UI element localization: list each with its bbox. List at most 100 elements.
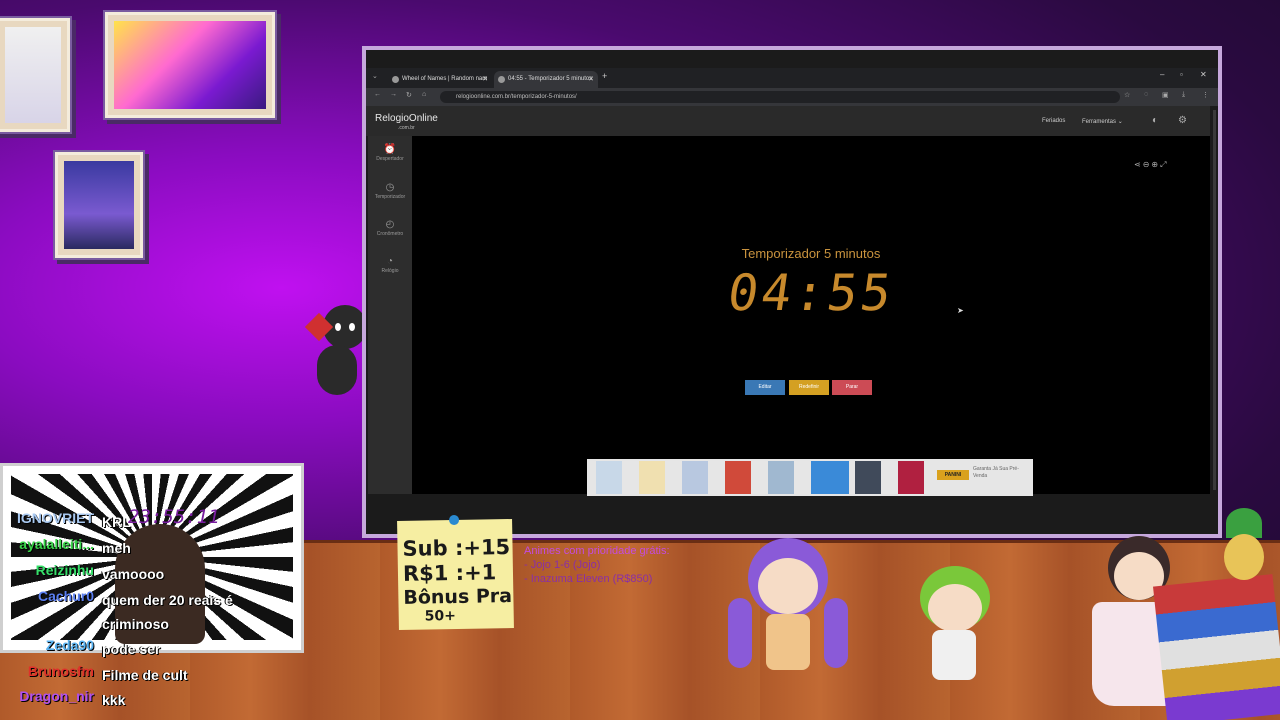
tab-label: Wheel of Names | Random nam bbox=[402, 76, 488, 82]
tab-wheel-of-names[interactable]: Wheel of Names | Random nam ✕ bbox=[388, 71, 492, 88]
menu-dots-icon[interactable]: ⋮ bbox=[1202, 91, 1209, 99]
chat-username: Zeda90 bbox=[45, 637, 94, 653]
url-field[interactable]: relogioonline.com.br/temporizador-5-minu… bbox=[440, 91, 1120, 103]
site-logo[interactable]: RelogioOnline bbox=[375, 113, 438, 124]
chat-username: Brunosfm bbox=[27, 663, 94, 679]
sidebar-item-label: Despertador bbox=[376, 156, 404, 162]
settings-gear-icon[interactable]: ⚙ bbox=[1178, 115, 1187, 126]
chat-text: pode ser bbox=[102, 641, 161, 657]
chat-text: quem der 20 reais é criminoso bbox=[102, 592, 233, 632]
alarm-clock-icon: ⏰ bbox=[383, 144, 397, 155]
chat-text: KRL bbox=[102, 514, 131, 530]
ad-banner[interactable]: PANINI Garanta Já Sua Pré-Venda bbox=[587, 459, 1033, 496]
clock-icon: ◔ bbox=[386, 256, 394, 267]
reload-icon[interactable]: ↻ bbox=[406, 91, 412, 99]
chat-text: meh bbox=[102, 540, 131, 556]
close-tab-icon[interactable]: ✕ bbox=[588, 71, 594, 88]
chevron-down-icon: ⌄ bbox=[1117, 119, 1123, 125]
pushpin-icon bbox=[448, 514, 460, 526]
priority-item: - Jojo 1-6 (Jojo) bbox=[524, 559, 601, 571]
timer-display: 04:55 bbox=[724, 264, 898, 322]
sidebar-item-relogio[interactable]: ◔ Relógio bbox=[368, 256, 412, 274]
ad-product-thumb[interactable] bbox=[725, 461, 751, 494]
chat-username: ayalalleiti... bbox=[19, 536, 94, 552]
site-logo-sub: .com.br bbox=[398, 125, 415, 131]
sidebar-item-despertador[interactable]: ⏰ Despertador bbox=[368, 144, 412, 162]
purple-hair-character bbox=[728, 538, 848, 678]
note-line: Sub :+15 bbox=[402, 535, 511, 561]
priority-item: - Inazuma Eleven (R$850) bbox=[524, 573, 653, 585]
chat-text: vamoooo bbox=[102, 566, 165, 582]
timer-icon: ◷ bbox=[385, 182, 395, 193]
close-tab-icon[interactable]: ✕ bbox=[482, 71, 488, 88]
ad-product-thumb[interactable] bbox=[768, 461, 794, 494]
edit-button[interactable]: Editar bbox=[745, 380, 785, 395]
sprout-plushie bbox=[1222, 508, 1268, 588]
sidebar-item-label: Temporizador bbox=[374, 194, 406, 200]
ad-product-thumb[interactable] bbox=[811, 461, 849, 494]
favicon-icon bbox=[392, 76, 399, 83]
stopwatch-icon: ◴ bbox=[385, 219, 395, 230]
chat-username: Dragon_nir bbox=[19, 688, 94, 704]
note-line: R$1 :+1 bbox=[402, 560, 497, 586]
ad-product-thumb[interactable] bbox=[639, 461, 665, 494]
picture-frame-1 bbox=[0, 18, 70, 132]
nav-feriados[interactable]: Feriados bbox=[1042, 118, 1065, 124]
chat-username: Reizinhu bbox=[35, 562, 94, 578]
chat-message: ayalalleiti... meh bbox=[0, 536, 300, 561]
chat-message: Zeda90 pode ser bbox=[0, 637, 300, 662]
site-header: RelogioOnline .com.br Feriados Ferrament… bbox=[366, 106, 1210, 136]
green-hair-character bbox=[912, 566, 996, 700]
browser-window: ⌄ Wheel of Names | Random nam ✕ 04:55 - … bbox=[362, 46, 1222, 538]
nav-ferramentas-label: Ferramentas bbox=[1082, 119, 1117, 125]
ad-text: Garanta Já Sua Pré-Venda bbox=[973, 466, 1019, 479]
site-sidebar: ⏰ Despertador ◷ Temporizador ◴ Cronômetr… bbox=[368, 136, 412, 494]
puzzle-icon[interactable]: ▣ bbox=[1162, 91, 1169, 99]
books-stack bbox=[1153, 574, 1280, 720]
extensions-icon[interactable]: ◌ bbox=[1144, 91, 1148, 98]
share-zoom-fullscreen-icons[interactable]: ⋖⊖⊕⤢ bbox=[1134, 160, 1169, 170]
chat-message: IGNOVRIET KRL bbox=[0, 510, 300, 535]
download-icon[interactable]: ⤓ bbox=[1182, 91, 1185, 99]
chat-username: IGNOVRIET bbox=[16, 510, 94, 526]
ad-product-thumb[interactable] bbox=[682, 461, 708, 494]
chat-message: Cachur0 quem der 20 reais é criminoso bbox=[0, 588, 300, 636]
priority-title: Animes com prioridade grátis: bbox=[524, 545, 670, 557]
tab-search-icon[interactable]: ⌄ bbox=[372, 72, 378, 80]
sub-goal-note: Sub :+15 R$1 :+1 Bônus Pra 50+ bbox=[397, 514, 514, 630]
ad-product-thumb[interactable] bbox=[855, 461, 881, 494]
chat-text: kkk bbox=[102, 692, 126, 708]
stop-button[interactable]: Parar bbox=[832, 380, 872, 395]
sidebar-item-temporizador[interactable]: ◷ Temporizador bbox=[368, 182, 412, 200]
picture-frame-3 bbox=[55, 152, 143, 258]
note-line: 50+ bbox=[424, 607, 457, 625]
sidebar-item-cronometro[interactable]: ◴ Cronômetro bbox=[368, 219, 412, 237]
tab-bar: ⌄ Wheel of Names | Random nam ✕ 04:55 - … bbox=[366, 68, 1218, 88]
page-scrollbar[interactable] bbox=[1213, 110, 1216, 490]
bookmark-star-icon[interactable]: ☆ bbox=[1124, 91, 1130, 99]
back-icon[interactable]: ← bbox=[374, 91, 381, 98]
ad-product-thumb[interactable] bbox=[898, 461, 924, 494]
mouse-cursor-icon: ➤ bbox=[957, 306, 964, 315]
forward-icon[interactable]: → bbox=[390, 91, 397, 98]
minimize-icon[interactable]: – bbox=[1160, 70, 1164, 79]
tab-temporizador[interactable]: 04:55 - Temporizador 5 minutos ✕ bbox=[494, 71, 598, 88]
priority-list: Animes com prioridade grátis: - Jojo 1-6… bbox=[524, 544, 670, 586]
theme-toggle-icon[interactable]: ◐ bbox=[1152, 115, 1158, 126]
close-window-icon[interactable]: ✕ bbox=[1200, 70, 1207, 79]
favicon-icon bbox=[498, 76, 505, 83]
ad-brand-logo: PANINI bbox=[937, 470, 969, 480]
timer-title: Temporizador 5 minutos bbox=[741, 246, 881, 261]
ad-product-thumb[interactable] bbox=[596, 461, 622, 494]
chat-username: Cachur0 bbox=[37, 588, 94, 604]
new-tab-icon[interactable]: + bbox=[602, 71, 607, 81]
home-icon[interactable]: ⌂ bbox=[422, 91, 426, 98]
chat-message: Dragon_nir kkk bbox=[0, 688, 300, 713]
tab-label: 04:55 - Temporizador 5 minutos bbox=[508, 76, 593, 82]
chat-text: Filme de cult bbox=[102, 667, 188, 683]
address-bar-row: ← → ↻ ⌂ relogioonline.com.br/temporizado… bbox=[366, 88, 1218, 106]
maximize-icon[interactable]: ▫ bbox=[1180, 70, 1183, 79]
reset-button[interactable]: Redefinir bbox=[789, 380, 829, 395]
chat-message: Reizinhu vamoooo bbox=[0, 562, 300, 587]
nav-ferramentas[interactable]: Ferramentas ⌄ bbox=[1082, 118, 1123, 125]
